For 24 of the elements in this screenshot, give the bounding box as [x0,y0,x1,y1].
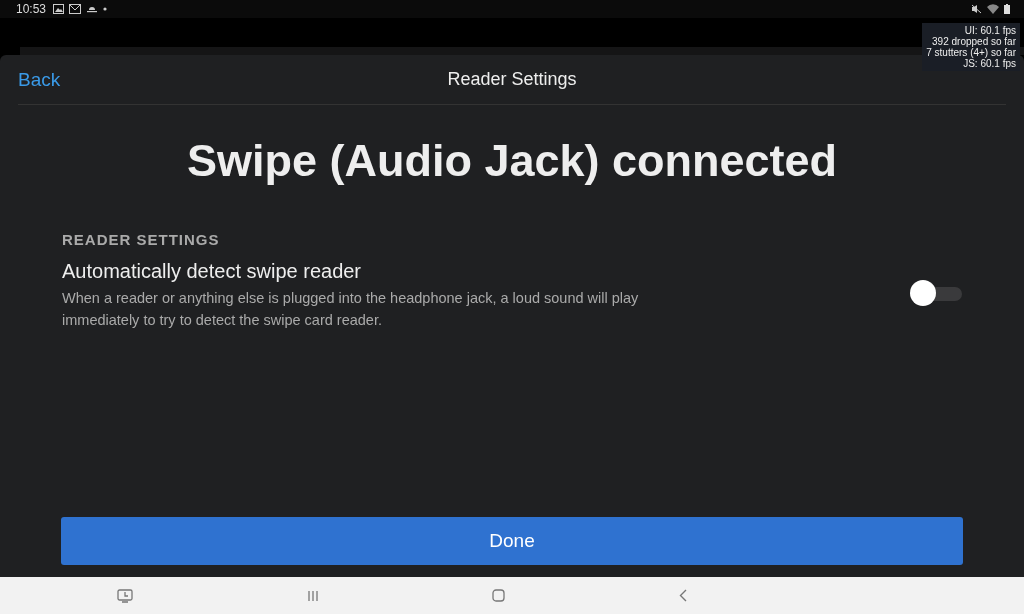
wifi-icon [987,4,999,14]
image-icon [53,4,65,14]
fps-text: 7 stutters (4+) so far [926,47,1016,58]
fps-text: UI: 60.1 fps [964,25,1016,36]
toggle-switch[interactable] [910,280,962,306]
sheet-title: Reader Settings [447,69,577,90]
weather-icon [86,4,99,14]
connection-heading: Swipe (Audio Jack) connected [185,135,839,187]
back-link[interactable]: Back [18,68,61,91]
mute-icon [971,4,982,14]
clock-time: 10:53 [16,2,47,16]
mail-icon [69,4,82,14]
home-icon[interactable] [492,589,506,602]
back-icon[interactable] [679,589,688,602]
section-title: READER SETTINGS [62,231,221,248]
done-button[interactable]: Done [61,517,963,565]
setting-description: When a reader or anything else is plugged into the headphone jack, a loud sound will play immediately to try to detect the swipe card reader. [62,289,640,330]
screenshot-icon[interactable] [116,588,133,603]
recent-apps-icon[interactable] [306,589,319,602]
fps-text: JS: 60.1 fps [962,58,1016,69]
setting-label: Automatically detect swipe reader [62,260,363,283]
fps-text: 392 dropped so far [932,36,1016,47]
battery-icon [1004,4,1010,14]
dot-icon [103,7,108,11]
